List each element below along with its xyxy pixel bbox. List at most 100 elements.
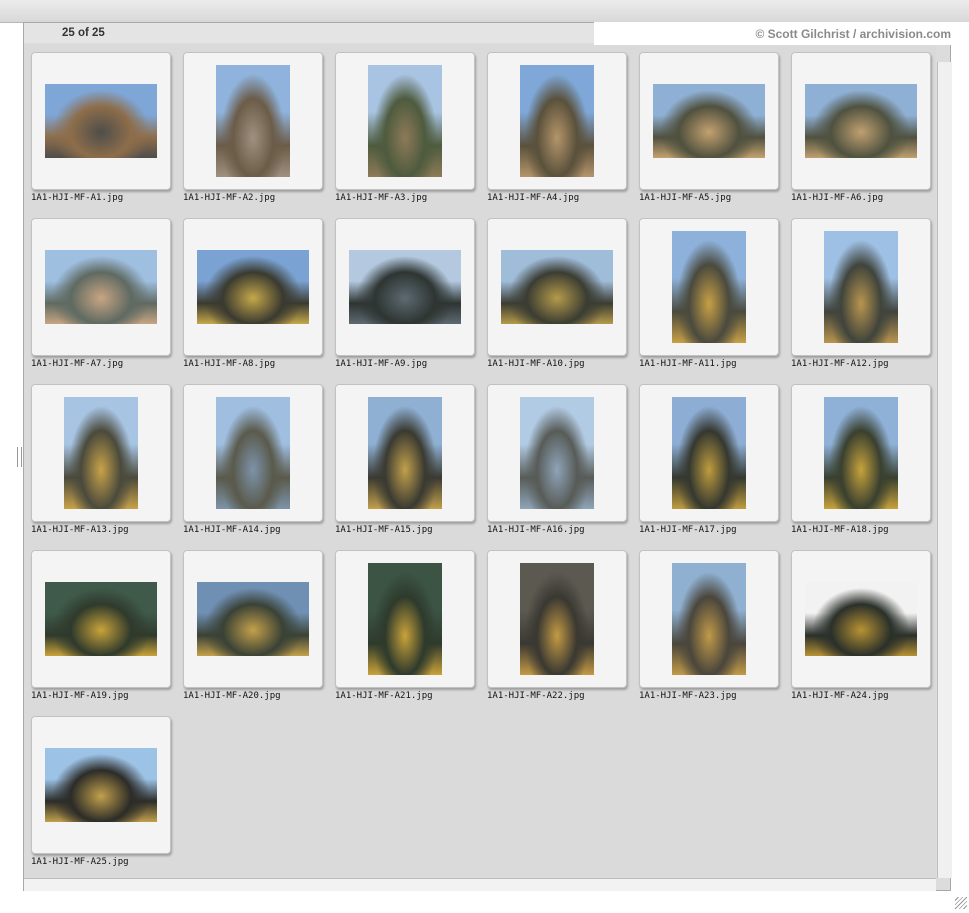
thumbnail-filename: 1A1-HJI-MF-A6.jpg [791,193,884,203]
thumbnail-image[interactable] [45,250,157,324]
thumbnail-filename: 1A1-HJI-MF-A3.jpg [335,193,428,203]
thumbnail-cell[interactable]: 1A1-HJI-MF-A7.jpg [31,218,183,384]
thumbnail-card[interactable] [487,550,627,688]
thumbnail-image[interactable] [672,231,746,343]
thumbnail-filename: 1A1-HJI-MF-A19.jpg [31,691,129,701]
thumbnail-card[interactable] [31,218,171,356]
thumbnail-cell[interactable]: 1A1-HJI-MF-A14.jpg [183,384,335,550]
thumbnail-card[interactable] [31,550,171,688]
thumbnail-card[interactable] [31,52,171,190]
thumbnail-cell[interactable]: 1A1-HJI-MF-A18.jpg [791,384,943,550]
thumbnail-cell[interactable]: 1A1-HJI-MF-A12.jpg [791,218,943,384]
thumbnail-grid: 1A1-HJI-MF-A1.jpg 1A1-HJI-MF-A2.jpg 1A1-HJ… [24,45,936,878]
thumbnail-filename: 1A1-HJI-MF-A22.jpg [487,691,585,701]
thumbnail-card[interactable] [335,218,475,356]
thumbnail-cell[interactable]: 1A1-HJI-MF-A10.jpg [487,218,639,384]
thumbnail-filename: 1A1-HJI-MF-A12.jpg [791,359,889,369]
thumbnail-cell[interactable]: 1A1-HJI-MF-A9.jpg [335,218,487,384]
thumbnail-card[interactable] [487,218,627,356]
thumbnail-card[interactable] [639,52,779,190]
credit-text: © Scott Gilchrist / archivision.com [755,27,951,41]
thumbnail-card[interactable] [335,550,475,688]
thumbnail-filename: 1A1-HJI-MF-A1.jpg [31,193,124,203]
image-count: 25 of 25 [62,27,105,39]
thumbnail-filename: 1A1-HJI-MF-A17.jpg [639,525,737,535]
thumbnail-image[interactable] [520,563,594,675]
thumbnail-image[interactable] [64,397,138,509]
thumbnail-image[interactable] [368,563,442,675]
thumbnail-filename: 1A1-HJI-MF-A8.jpg [183,359,276,369]
thumbnail-cell[interactable]: 1A1-HJI-MF-A3.jpg [335,52,487,218]
thumbnail-filename: 1A1-HJI-MF-A24.jpg [791,691,889,701]
thumbnail-cell[interactable]: 1A1-HJI-MF-A6.jpg [791,52,943,218]
thumbnail-cell[interactable]: 1A1-HJI-MF-A17.jpg [639,384,791,550]
thumbnail-image[interactable] [45,84,157,158]
thumbnail-image[interactable] [501,250,613,324]
vertical-scrollbar[interactable] [937,62,952,878]
thumbnail-filename: 1A1-HJI-MF-A14.jpg [183,525,281,535]
thumbnail-image[interactable] [197,582,309,656]
thumbnail-card[interactable] [791,384,931,522]
thumbnail-card[interactable] [487,384,627,522]
thumbnail-image[interactable] [216,65,290,177]
thumbnail-image[interactable] [197,250,309,324]
thumbnail-image[interactable] [368,397,442,509]
thumbnail-filename: 1A1-HJI-MF-A2.jpg [183,193,276,203]
thumbnail-filename: 1A1-HJI-MF-A10.jpg [487,359,585,369]
thumbnail-cell[interactable]: 1A1-HJI-MF-A15.jpg [335,384,487,550]
thumbnail-cell[interactable]: 1A1-HJI-MF-A24.jpg [791,550,943,716]
thumbnail-card[interactable] [183,550,323,688]
thumbnail-image[interactable] [824,397,898,509]
thumbnail-card[interactable] [791,218,931,356]
thumbnail-cell[interactable]: 1A1-HJI-MF-A16.jpg [487,384,639,550]
thumbnail-card[interactable] [335,384,475,522]
thumbnail-image[interactable] [672,397,746,509]
thumbnail-cell[interactable]: 1A1-HJI-MF-A21.jpg [335,550,487,716]
thumbnail-image[interactable] [45,748,157,822]
thumbnail-filename: 1A1-HJI-MF-A4.jpg [487,193,580,203]
thumbnail-filename: 1A1-HJI-MF-A15.jpg [335,525,433,535]
thumbnail-card[interactable] [487,52,627,190]
thumbnail-card[interactable] [335,52,475,190]
thumbnail-cell[interactable]: 1A1-HJI-MF-A20.jpg [183,550,335,716]
thumbnail-card[interactable] [31,384,171,522]
thumbnail-cell[interactable]: 1A1-HJI-MF-A8.jpg [183,218,335,384]
thumbnail-image[interactable] [216,397,290,509]
thumbnail-image[interactable] [824,231,898,343]
thumbnail-cell[interactable]: 1A1-HJI-MF-A22.jpg [487,550,639,716]
thumbnail-card[interactable] [31,716,171,854]
thumbnail-cell[interactable]: 1A1-HJI-MF-A4.jpg [487,52,639,218]
thumbnail-image[interactable] [368,65,442,177]
thumbnail-image[interactable] [45,582,157,656]
horizontal-scrollbar[interactable] [24,878,936,891]
thumbnail-cell[interactable]: 1A1-HJI-MF-A2.jpg [183,52,335,218]
thumbnail-card[interactable] [791,550,931,688]
thumbnail-image[interactable] [520,397,594,509]
thumbnail-card[interactable] [639,384,779,522]
thumbnail-cell[interactable]: 1A1-HJI-MF-A5.jpg [639,52,791,218]
thumbnail-image[interactable] [672,563,746,675]
browser-header [24,23,594,43]
thumbnail-filename: 1A1-HJI-MF-A5.jpg [639,193,732,203]
thumbnail-cell[interactable]: 1A1-HJI-MF-A25.jpg [31,716,183,882]
thumbnail-image[interactable] [805,84,917,158]
thumbnail-cell[interactable]: 1A1-HJI-MF-A19.jpg [31,550,183,716]
thumbnail-card[interactable] [639,218,779,356]
window-resize-grip-icon[interactable] [955,897,967,909]
thumbnail-card[interactable] [183,52,323,190]
thumbnail-card[interactable] [791,52,931,190]
pane-resize-handle[interactable] [17,447,22,467]
thumbnail-image[interactable] [349,250,461,324]
thumbnail-card[interactable] [639,550,779,688]
thumbnail-card[interactable] [183,384,323,522]
thumbnail-image[interactable] [805,582,917,656]
thumbnail-cell[interactable]: 1A1-HJI-MF-A23.jpg [639,550,791,716]
thumbnail-cell[interactable]: 1A1-HJI-MF-A11.jpg [639,218,791,384]
thumbnail-card[interactable] [183,218,323,356]
thumbnail-filename: 1A1-HJI-MF-A20.jpg [183,691,281,701]
thumbnail-cell[interactable]: 1A1-HJI-MF-A1.jpg [31,52,183,218]
thumbnail-cell[interactable]: 1A1-HJI-MF-A13.jpg [31,384,183,550]
thumbnail-image[interactable] [520,65,594,177]
thumbnail-image[interactable] [653,84,765,158]
thumbnail-filename: 1A1-HJI-MF-A11.jpg [639,359,737,369]
